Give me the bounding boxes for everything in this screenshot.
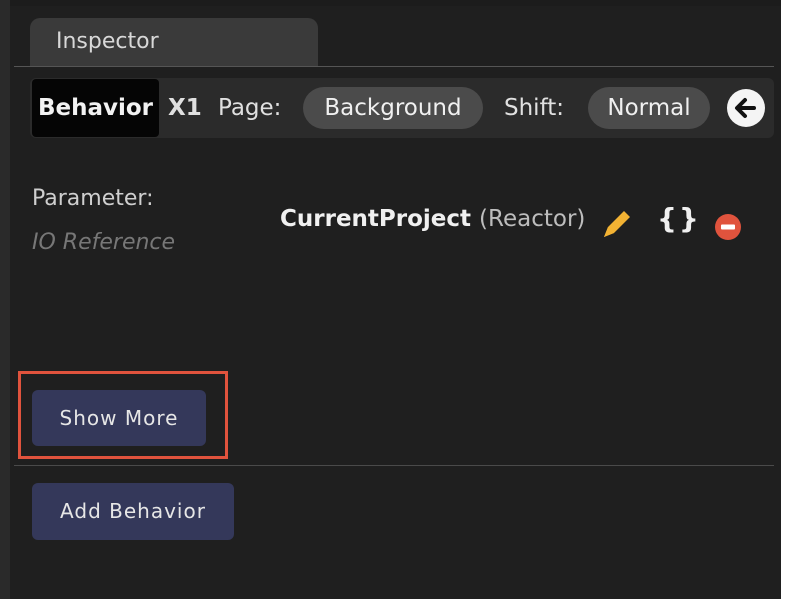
back-button[interactable] [727, 89, 765, 127]
tab-inspector[interactable]: Inspector [30, 18, 318, 66]
remove-icon[interactable] [714, 213, 742, 241]
page-label: Page: [218, 95, 282, 121]
shift-select[interactable]: Normal [588, 87, 710, 129]
parameter-type: (Reactor) [479, 206, 586, 232]
section-divider [14, 465, 774, 466]
tab-underline [14, 66, 774, 67]
braces-icon[interactable]: {} [657, 202, 701, 235]
highlight-box [18, 371, 228, 459]
parameter-name: CurrentProject [280, 206, 472, 232]
parameter-sublabel: IO Reference [32, 230, 176, 255]
shift-label: Shift: [504, 95, 565, 121]
behavior-tab-button[interactable]: Behavior [32, 79, 159, 137]
top-border [10, 0, 781, 6]
right-border [781, 0, 789, 599]
arrow-left-icon [735, 98, 756, 118]
x1-label: X1 [168, 95, 202, 121]
parameter-value: CurrentProject (Reactor) [280, 206, 585, 232]
add-behavior-button[interactable]: Add Behavior [32, 483, 234, 540]
page-select[interactable]: Background [303, 87, 483, 129]
left-border [0, 0, 10, 599]
pencil-icon[interactable] [596, 205, 636, 245]
parameter-label: Parameter: [32, 186, 154, 211]
